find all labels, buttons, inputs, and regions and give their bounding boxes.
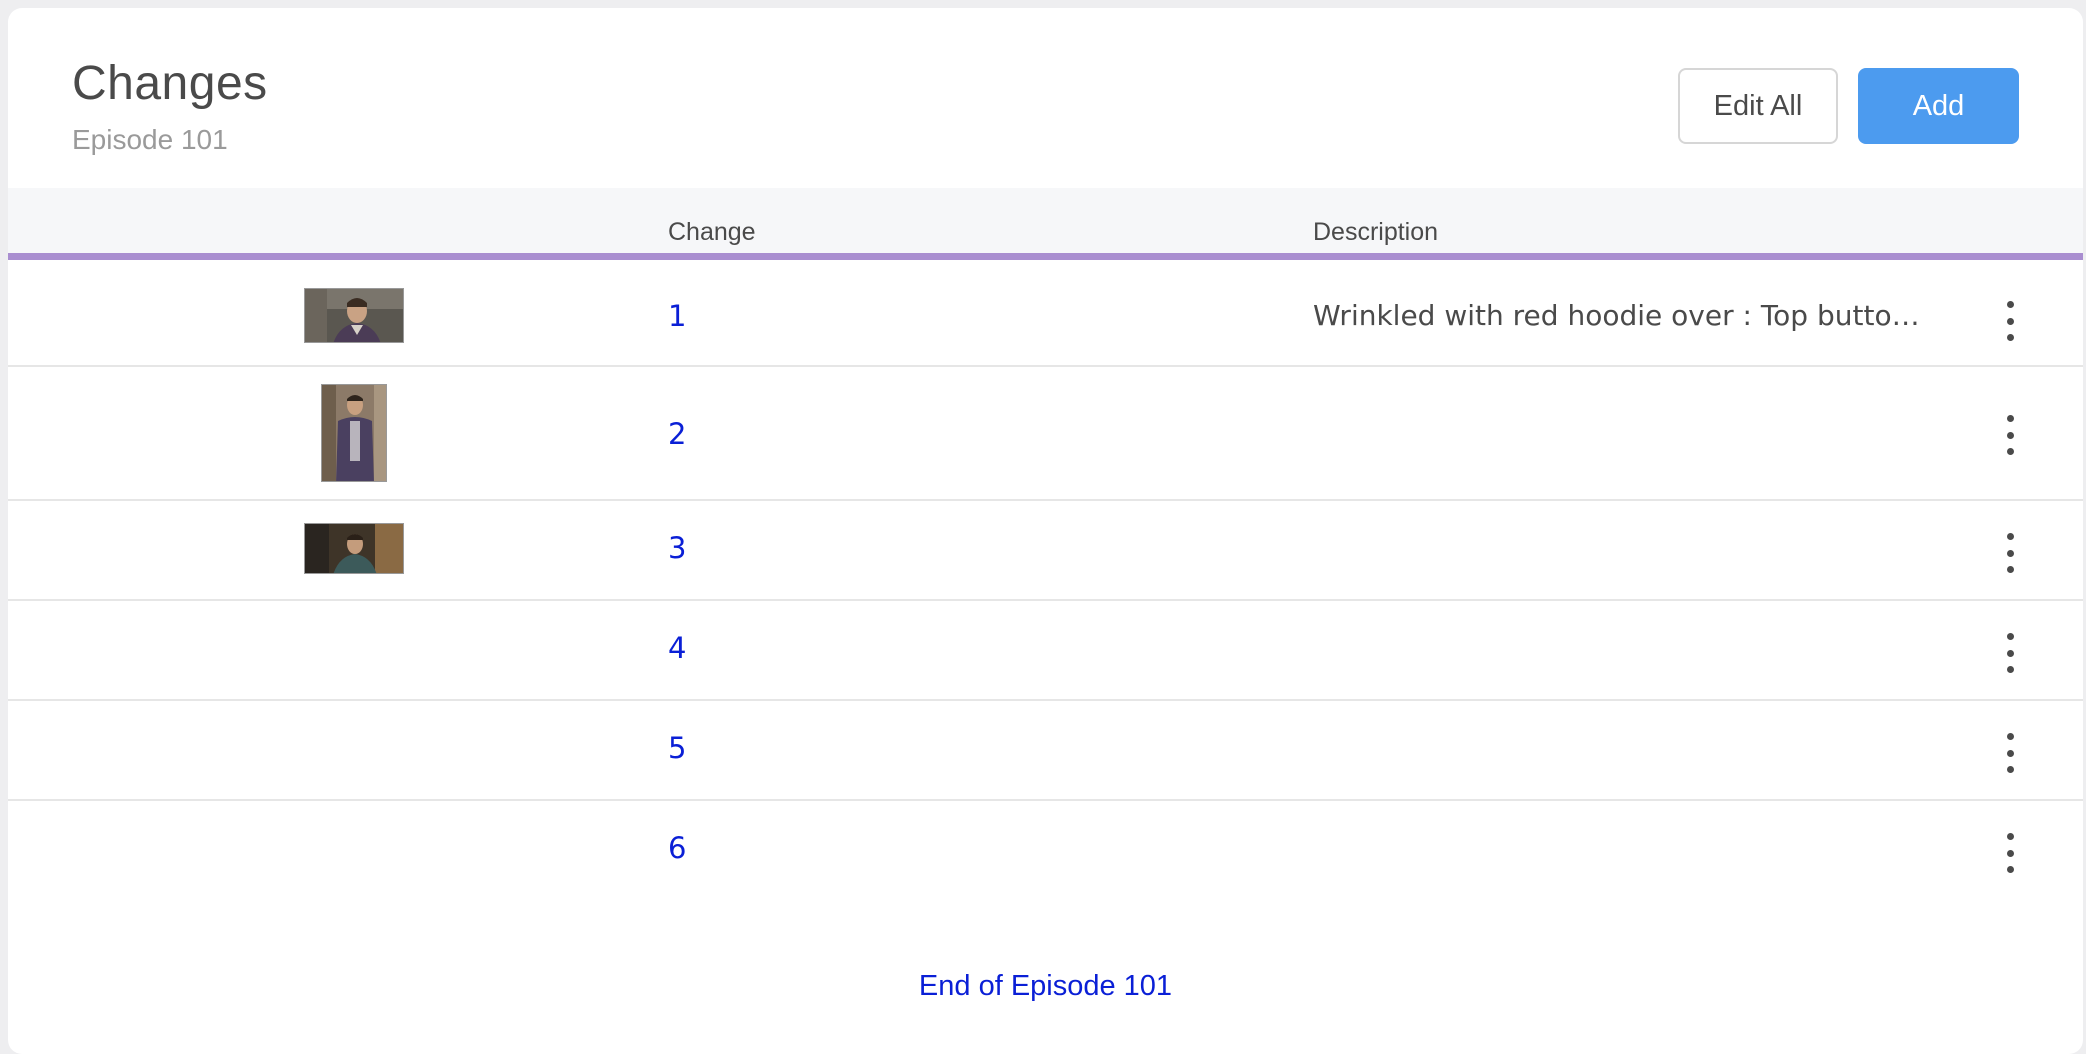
change-link[interactable]: 4 [668, 631, 686, 665]
table-row[interactable]: 2 [8, 367, 2083, 501]
column-header-change[interactable]: Change [668, 218, 756, 247]
page-subtitle: Episode 101 [72, 124, 228, 155]
photo-image [305, 289, 403, 342]
table-row[interactable]: 4 [8, 601, 2083, 701]
change-link[interactable]: 3 [668, 531, 686, 565]
more-vertical-icon[interactable] [1998, 301, 2022, 341]
row-thumbnail[interactable] [321, 384, 387, 482]
change-link[interactable]: 5 [668, 731, 686, 765]
table-row[interactable]: 3 [8, 501, 2083, 601]
add-button[interactable]: Add [1858, 68, 2019, 144]
column-header-description[interactable]: Description [1313, 218, 1438, 247]
row-thumbnail[interactable] [304, 523, 404, 574]
more-vertical-icon[interactable] [1998, 733, 2022, 773]
change-description: Wrinkled with red hoodie over : Top butt… [1313, 299, 1923, 332]
more-vertical-icon[interactable] [1998, 415, 2022, 455]
row-thumbnail[interactable] [304, 288, 404, 343]
changes-card: Changes Episode 101 Edit All Add Change … [8, 8, 2083, 1054]
change-link[interactable]: 2 [668, 417, 686, 451]
table-row[interactable]: 6 [8, 801, 2083, 901]
photo-image [305, 524, 403, 573]
more-vertical-icon[interactable] [1998, 633, 2022, 673]
table-row[interactable]: 1 Wrinkled with red hoodie over : Top bu… [8, 267, 2083, 367]
more-vertical-icon[interactable] [1998, 833, 2022, 873]
more-vertical-icon[interactable] [1998, 533, 2022, 573]
table-header: Change Description [8, 188, 2083, 260]
card-header: Changes Episode 101 Edit All Add [8, 8, 2083, 188]
table-row[interactable]: 5 [8, 701, 2083, 801]
change-link[interactable]: 1 [668, 299, 686, 333]
photo-image [322, 385, 386, 481]
page-title: Changes [72, 57, 268, 110]
end-of-episode-link[interactable]: End of Episode 101 [8, 970, 2083, 1003]
change-link[interactable]: 6 [668, 831, 686, 865]
edit-all-button[interactable]: Edit All [1678, 68, 1838, 144]
